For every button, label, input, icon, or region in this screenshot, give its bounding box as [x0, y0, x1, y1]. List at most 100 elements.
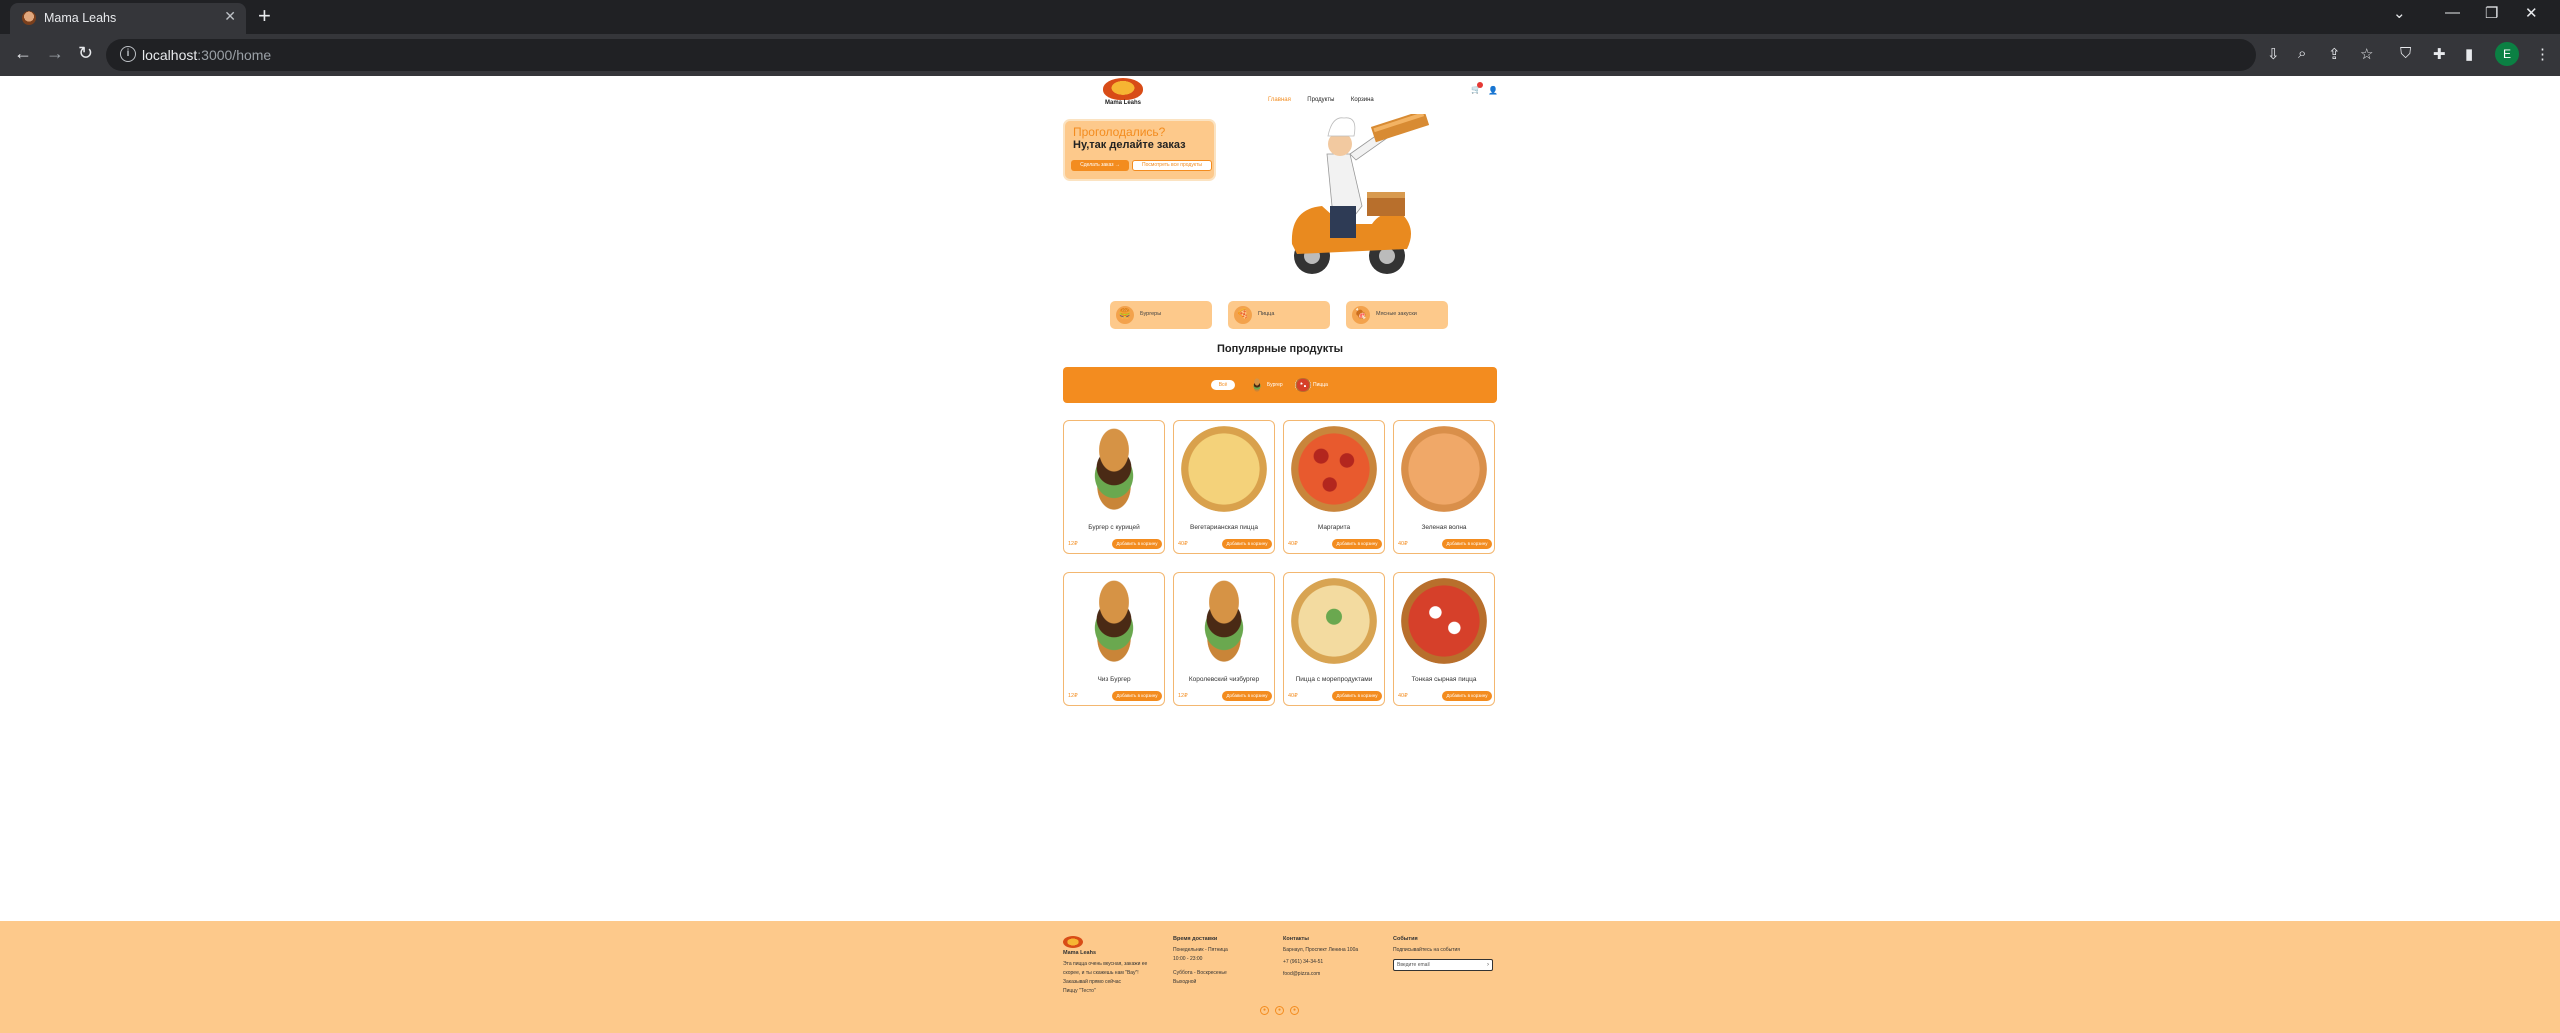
- order-button[interactable]: Сделать заказ →: [1071, 160, 1129, 171]
- site-info-icon[interactable]: i: [120, 46, 136, 62]
- pizza-category-icon: 🍕: [1234, 306, 1252, 324]
- all-products-button[interactable]: Посмотреть все продукты: [1132, 160, 1212, 171]
- forward-icon[interactable]: →: [46, 43, 64, 64]
- new-tab-icon[interactable]: +: [258, 4, 271, 28]
- category-meat-snacks[interactable]: 🍖 Мясные закуски: [1346, 301, 1448, 329]
- minimize-icon[interactable]: —: [2445, 4, 2460, 21]
- user-icon[interactable]: 👤: [1488, 86, 1498, 95]
- email-placeholder: Введите email: [1397, 962, 1430, 968]
- nav-cart[interactable]: Корзина: [1351, 97, 1374, 103]
- product-name: Пицца с морепродуктами: [1295, 676, 1373, 683]
- category-label: Мясные закуски: [1376, 311, 1417, 317]
- hero-card: Проголодались? Ну,так делайте заказ Сдел…: [1063, 119, 1216, 181]
- tab-search-icon[interactable]: ⌄: [2393, 4, 2406, 22]
- product-price: 12₽: [1178, 693, 1188, 699]
- social-icon-1[interactable]: ●: [1260, 1006, 1269, 1015]
- page-content: Mama Leahs Главная Продукты Корзина 🛒 👤 …: [0, 76, 2560, 1033]
- footer-subscribe-text: Подписывайтесь на события: [1393, 947, 1460, 953]
- restore-icon[interactable]: ❐: [2485, 4, 2498, 22]
- extensions-puzzle-icon[interactable]: ✚: [2433, 45, 2446, 63]
- product-name: Королевский чизбургер: [1188, 676, 1260, 683]
- add-to-cart-button[interactable]: Добавить в корзину: [1442, 691, 1492, 701]
- social-icon-3[interactable]: ●: [1290, 1006, 1299, 1015]
- close-window-icon[interactable]: ✕: [2525, 4, 2538, 22]
- browser-toolbar: ← → ↻ i localhost:3000/home ⇩ ⌕ ⇪ ☆ ⛉ ✚ …: [0, 34, 2560, 76]
- footer-line: Выходной: [1173, 979, 1197, 985]
- footer-line: 10:00 - 23:00: [1173, 956, 1203, 962]
- add-to-cart-button[interactable]: Добавить в корзину: [1112, 539, 1162, 549]
- product-filter-bar: Всё Бургер Пицца: [1063, 367, 1497, 403]
- browser-tabbar: Mama Leahs ✕ + ⌄ — ❐ ✕: [0, 0, 2560, 34]
- filter-label: Бургер: [1267, 382, 1283, 388]
- footer-contacts: Контакты Барнаул, Проспект Ленина 100а +…: [1283, 936, 1358, 980]
- address-bar[interactable]: i localhost:3000/home: [106, 39, 2256, 71]
- product-card: Тонкая сырная пицца 40₽ Добавить в корзи…: [1393, 572, 1495, 706]
- product-price: 12₽: [1068, 693, 1078, 699]
- footer-line: Понедельник - Пятница: [1173, 947, 1228, 953]
- product-card: Чиз Бургер 12₽ Добавить в корзину: [1063, 572, 1165, 706]
- add-to-cart-button[interactable]: Добавить в корзину: [1332, 691, 1382, 701]
- product-image: [1181, 426, 1267, 512]
- browser-tab[interactable]: Mama Leahs ✕: [10, 3, 246, 34]
- product-price: 40₽: [1178, 541, 1188, 547]
- product-price: 40₽: [1288, 693, 1298, 699]
- footer-logo-text: Mama Leahs: [1063, 950, 1097, 956]
- footer-about: Mama Leahs Эта пицца очень вкусная, зака…: [1063, 936, 1167, 997]
- side-panel-icon[interactable]: ▮: [2465, 45, 2473, 63]
- shield-extension-icon[interactable]: ⛉: [2400, 45, 2411, 62]
- product-price: 12₽: [1068, 541, 1078, 547]
- nav-products[interactable]: Продукты: [1307, 97, 1334, 103]
- share-icon[interactable]: ⇪: [2328, 45, 2341, 63]
- product-card: Вегетарианская пицца 40₽ Добавить в корз…: [1173, 420, 1275, 554]
- add-to-cart-button[interactable]: Добавить в корзину: [1442, 539, 1492, 549]
- back-icon[interactable]: ←: [14, 43, 32, 64]
- footer-logo-icon: [1063, 936, 1083, 948]
- url-text: localhost:3000/home: [142, 47, 272, 63]
- filter-label: Пицца: [1313, 382, 1328, 388]
- product-name: Чиз Бургер: [1097, 676, 1131, 683]
- footer-address: Барнаул, Проспект Ленина 100а: [1283, 947, 1359, 953]
- product-name: Бургер с курицей: [1088, 524, 1140, 531]
- footer-about-line: скорее, и ты скажешь нам "Вау"!: [1063, 970, 1139, 976]
- zoom-icon[interactable]: ⌕: [2298, 45, 2306, 62]
- burger-category-icon: 🍔: [1116, 306, 1134, 324]
- close-tab-icon[interactable]: ✕: [224, 8, 236, 25]
- product-card: Маргарита 40₽ Добавить в корзину: [1283, 420, 1385, 554]
- footer-about-line: Пиццу "Тесто": [1063, 988, 1096, 994]
- reload-icon[interactable]: ↻: [78, 43, 93, 64]
- product-card: Зеленая волна 40₽ Добавить в корзину: [1393, 420, 1495, 554]
- category-label: Бургеры: [1140, 311, 1162, 317]
- site-logo[interactable]: Mama Leahs: [1093, 78, 1153, 106]
- add-to-cart-button[interactable]: Добавить в корзину: [1222, 539, 1272, 549]
- footer-email[interactable]: food@pizza.com: [1283, 971, 1358, 977]
- add-to-cart-button[interactable]: Добавить в корзину: [1112, 691, 1162, 701]
- product-image: [1181, 578, 1267, 664]
- main-nav: Главная Продукты Корзина: [1268, 88, 1386, 106]
- menu-kebab-icon[interactable]: ⋮: [2535, 45, 2550, 63]
- footer-phone[interactable]: +7 (961) 34-34-51: [1283, 959, 1358, 965]
- hero-title: Ну,так делайте заказ: [1073, 139, 1186, 151]
- product-name: Маргарита: [1317, 524, 1351, 531]
- filter-all-button[interactable]: Всё: [1211, 380, 1235, 390]
- nav-home[interactable]: Главная: [1268, 97, 1291, 103]
- logo-badge-icon: [1103, 78, 1143, 100]
- add-to-cart-button[interactable]: Добавить в корзину: [1332, 539, 1382, 549]
- product-card: Пицца с морепродуктами 40₽ Добавить в ко…: [1283, 572, 1385, 706]
- email-subscribe-input[interactable]: Введите email ›: [1393, 959, 1493, 971]
- footer-delivery: Время доставки Понедельник - Пятница 10:…: [1173, 936, 1228, 988]
- product-image: [1401, 578, 1487, 664]
- category-pizza[interactable]: 🍕 Пицца: [1228, 301, 1330, 329]
- bookmark-star-icon[interactable]: ☆: [2360, 45, 2373, 63]
- profile-avatar[interactable]: E: [2495, 42, 2519, 66]
- product-image: [1291, 426, 1377, 512]
- add-to-cart-button[interactable]: Добавить в корзину: [1222, 691, 1272, 701]
- category-burgers[interactable]: 🍔 Бургеры: [1110, 301, 1212, 329]
- tab-favicon-icon: [22, 11, 36, 25]
- footer-subscribe: События Подписывайтесь на события Введит…: [1393, 936, 1493, 971]
- footer-heading: Контакты: [1283, 936, 1309, 942]
- social-icon-2[interactable]: ●: [1275, 1006, 1284, 1015]
- send-icon[interactable]: ›: [1487, 960, 1489, 970]
- product-card: Королевский чизбургер 12₽ Добавить в кор…: [1173, 572, 1275, 706]
- install-app-icon[interactable]: ⇩: [2267, 45, 2280, 63]
- product-image: [1071, 578, 1157, 664]
